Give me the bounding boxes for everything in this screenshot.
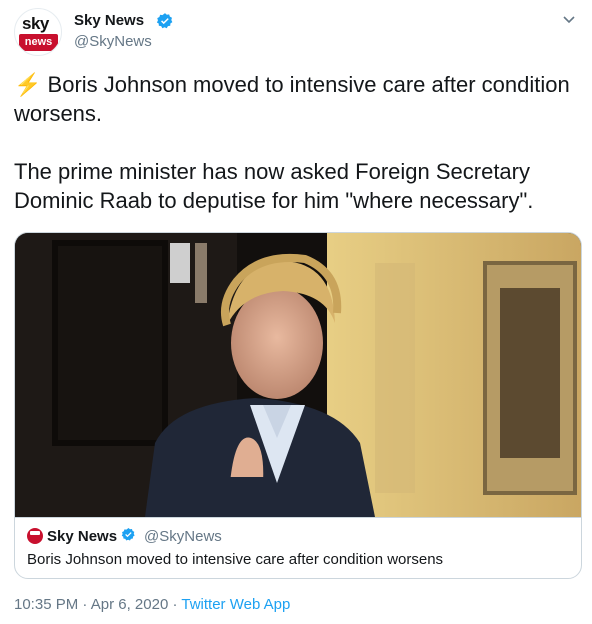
tweet-header: sky news Sky News @SkyNews — [14, 8, 584, 56]
tweet-footer: 10:35 PM · Apr 6, 2020 · Twitter Web App — [14, 596, 290, 613]
sky-news-logo-icon — [27, 528, 43, 544]
footer-separator: · — [82, 596, 88, 613]
card-source-name: Sky News — [47, 527, 118, 545]
tweet-headline: Boris Johnson moved to intensive care af… — [14, 72, 570, 126]
card-source: Sky News @SkyNews — [27, 526, 222, 546]
chevron-down-icon[interactable] — [562, 12, 576, 28]
handle[interactable]: @SkyNews — [74, 33, 152, 50]
tweet-text: ⚡ Boris Johnson moved to intensive care … — [14, 70, 574, 215]
tweet-line-1: ⚡ Boris Johnson moved to intensive care … — [14, 70, 574, 128]
card-verified-badge-icon — [121, 527, 136, 546]
link-card[interactable]: Sky News @SkyNews Boris Johnson moved to… — [14, 232, 582, 579]
card-meta[interactable]: Sky News @SkyNews Boris Johnson moved to… — [15, 517, 581, 578]
tweet-time[interactable]: 10:35 PM — [14, 596, 78, 613]
display-name[interactable]: Sky News — [74, 12, 144, 29]
card-image[interactable] — [15, 233, 582, 517]
avatar-news-text: news — [19, 34, 58, 51]
tweet-date[interactable]: Apr 6, 2020 — [91, 596, 169, 613]
avatar-sky-text: sky — [22, 14, 49, 33]
tweet-line-2: The prime minister has now asked Foreign… — [14, 159, 534, 213]
card-source-handle: @SkyNews — [144, 527, 222, 545]
footer-separator: · — [172, 596, 178, 613]
avatar[interactable]: sky news — [14, 8, 62, 56]
lightning-emoji-icon: ⚡ — [14, 72, 42, 97]
source-app-link[interactable]: Twitter Web App — [181, 596, 290, 613]
card-title: Boris Johnson moved to intensive care af… — [27, 551, 444, 568]
verified-badge-icon — [156, 12, 174, 35]
